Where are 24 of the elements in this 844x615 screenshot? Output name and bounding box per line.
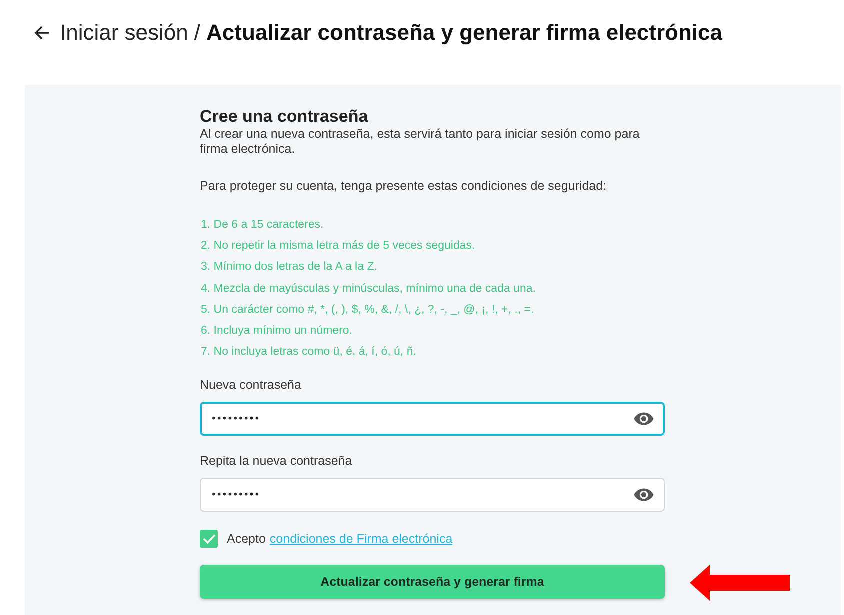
security-rule: 4. Mezcla de mayúsculas y minúsculas, mínimo una de cada una. — [200, 282, 537, 297]
field-label: Repita la nueva contraseña — [200, 454, 354, 470]
security-rule: 3. Mínimo dos letras de la A a la Z. — [200, 260, 378, 276]
page-title: Actualizar contraseña y generar firma electrónica — [206, 20, 723, 46]
security-rule: 6. Incluya mínimo un número. — [200, 324, 354, 340]
form-title: Cree una contraseña — [200, 107, 370, 126]
password-field[interactable]: ••••••••• — [200, 478, 665, 512]
field-label: Nueva contraseña — [200, 378, 302, 394]
terms-text: Acepto — [227, 532, 266, 546]
back-arrow-icon[interactable] — [34, 24, 50, 40]
checkbox[interactable] — [200, 530, 218, 548]
security-rule: 7. No incluya letras como ü, é, á, í, ó, ú, ñ. — [200, 345, 418, 360]
password-field[interactable]: ••••••••• — [200, 402, 665, 436]
breadcrumb-link[interactable]: Iniciar sesión — [60, 20, 188, 46]
check-icon — [202, 534, 216, 544]
conditions-intro: Para proteger su cuenta, tenga presente estas condiciones de seguridad: — [200, 179, 608, 194]
security-rule: 5. Un carácter como #, *, (, ), $, %, &, /, \, ¿, ?, -, _, @, ¡, !, +, ., =. — [200, 302, 536, 318]
intro-text: Al crear una nueva contraseña, esta servirá tanto para iniciar sesión como para firma electrónica. — [200, 127, 640, 156]
eye-icon[interactable] — [634, 488, 654, 502]
breadcrumb-separator: / — [194, 20, 201, 46]
security-rule: 2. No repetir la misma letra más de 5 veces seguidas. — [200, 239, 476, 254]
submit-button[interactable]: Actualizar contraseña y generar firma — [200, 565, 665, 600]
security-rule: 1. De 6 a 15 caracteres. — [200, 218, 325, 233]
eye-icon[interactable] — [634, 412, 654, 426]
